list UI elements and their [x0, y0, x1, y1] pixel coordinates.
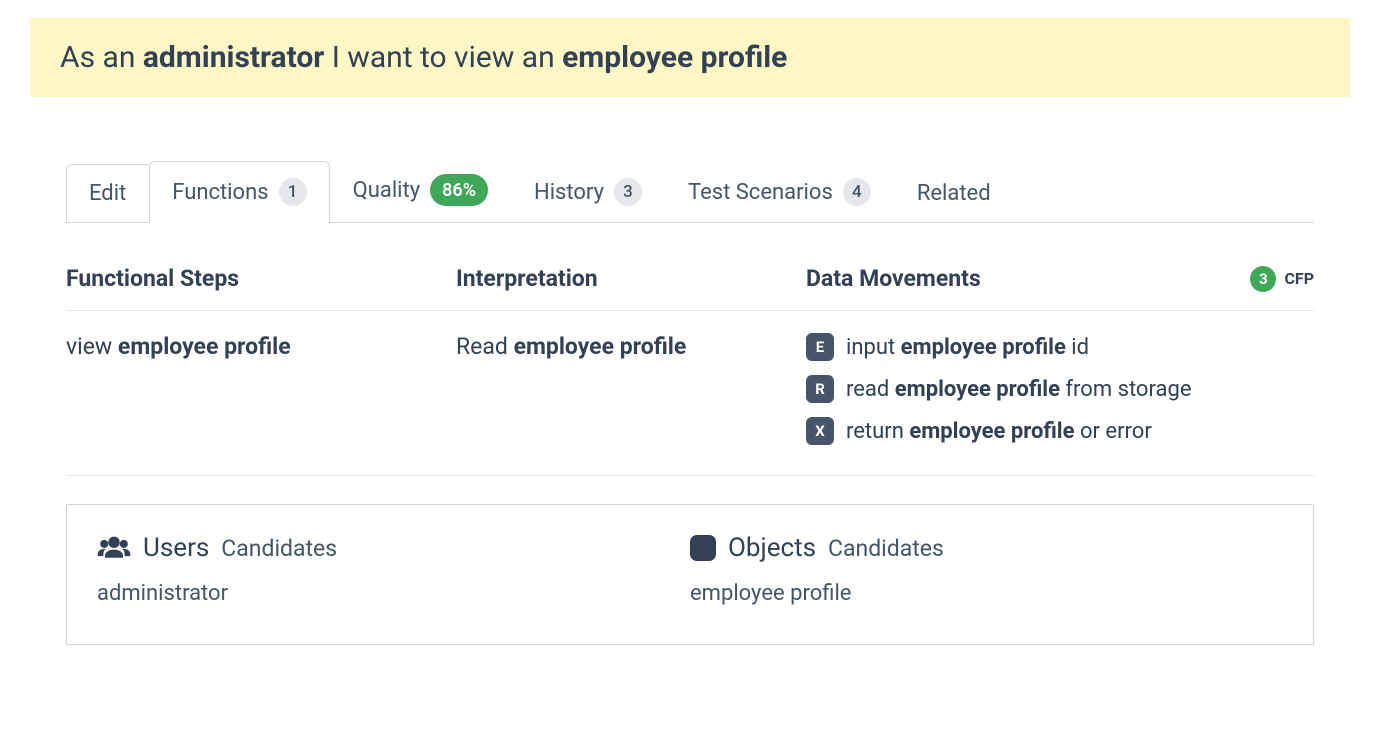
movement-chip-e: E	[806, 333, 834, 361]
tab-test-scenarios[interactable]: Test Scenarios 4	[665, 161, 894, 223]
tab-test-scenarios-label: Test Scenarios	[688, 180, 833, 205]
data-movement-entry: E input employee profile id	[806, 333, 1314, 361]
users-candidates: Users Candidates administrator	[97, 533, 690, 606]
story-banner: As an administrator I want to view an em…	[30, 18, 1350, 97]
int-pre: Read	[456, 333, 514, 360]
tab-edit-label: Edit	[89, 181, 126, 206]
function-row: view employee profile Read employee prof…	[66, 311, 1314, 476]
tab-quality-label: Quality	[353, 178, 421, 203]
cfp-count: 3	[1250, 266, 1276, 292]
users-value: administrator	[97, 581, 690, 606]
movement-text: input employee profile id	[846, 335, 1089, 360]
data-movements-list: E input employee profile id R read emplo…	[806, 333, 1314, 445]
users-heading: Users Candidates	[97, 533, 690, 563]
story-mid: I want to view an	[324, 40, 562, 75]
users-title: Users	[143, 533, 209, 563]
tab-history-label: History	[534, 180, 604, 205]
story-object: employee profile	[562, 40, 787, 75]
movement-text: return employee profile or error	[846, 419, 1152, 444]
header-functional-steps: Functional Steps	[66, 265, 456, 292]
cell-interpretation: Read employee profile	[456, 333, 806, 360]
objects-candidates: Objects Candidates employee profile	[690, 533, 1283, 606]
users-icon	[97, 535, 131, 561]
movement-chip-r: R	[806, 375, 834, 403]
story-role: administrator	[143, 40, 324, 75]
tab-history-count: 3	[614, 178, 642, 206]
cell-data-movements: E input employee profile id R read emplo…	[806, 333, 1314, 445]
movement-text: read employee profile from storage	[846, 377, 1192, 402]
cell-functional-step: view employee profile	[66, 333, 456, 360]
objects-value: employee profile	[690, 581, 1283, 606]
cfp-indicator: 3 CFP	[1250, 266, 1314, 292]
step-bold: employee profile	[118, 333, 291, 360]
movement-chip-x: X	[806, 417, 834, 445]
data-movement-exit: X return employee profile or error	[806, 417, 1314, 445]
int-bold: employee profile	[514, 333, 687, 360]
users-subtitle: Candidates	[221, 535, 337, 562]
tab-quality-pct: 86%	[430, 174, 488, 206]
data-movement-read: R read employee profile from storage	[806, 375, 1314, 403]
tab-test-scenarios-count: 4	[843, 178, 871, 206]
tab-functions-label: Functions	[172, 180, 268, 205]
cfp-label: CFP	[1284, 269, 1314, 288]
header-data-movements-wrap: Data Movements 3 CFP	[806, 265, 1314, 292]
step-pre: view	[66, 333, 118, 360]
tab-quality[interactable]: Quality 86%	[330, 157, 511, 223]
tab-bar: Edit Functions 1 Quality 86% History 3 T…	[66, 157, 1314, 223]
header-data-movements: Data Movements	[806, 265, 981, 292]
tab-functions-count: 1	[279, 178, 307, 206]
objects-subtitle: Candidates	[828, 535, 944, 562]
header-interpretation: Interpretation	[456, 265, 806, 292]
column-headers: Functional Steps Interpretation Data Mov…	[66, 241, 1314, 311]
tab-related[interactable]: Related	[894, 164, 1014, 223]
objects-heading: Objects Candidates	[690, 533, 1283, 563]
objects-title: Objects	[728, 533, 816, 563]
tab-related-label: Related	[917, 181, 991, 206]
tab-edit[interactable]: Edit	[66, 164, 149, 223]
object-icon	[690, 535, 716, 561]
story-pre: As an	[60, 40, 143, 75]
tab-functions[interactable]: Functions 1	[149, 161, 329, 223]
story-text: As an administrator I want to view an em…	[60, 40, 787, 75]
tab-history[interactable]: History 3	[511, 161, 665, 223]
candidates-panel: Users Candidates administrator Objects C…	[66, 504, 1314, 645]
